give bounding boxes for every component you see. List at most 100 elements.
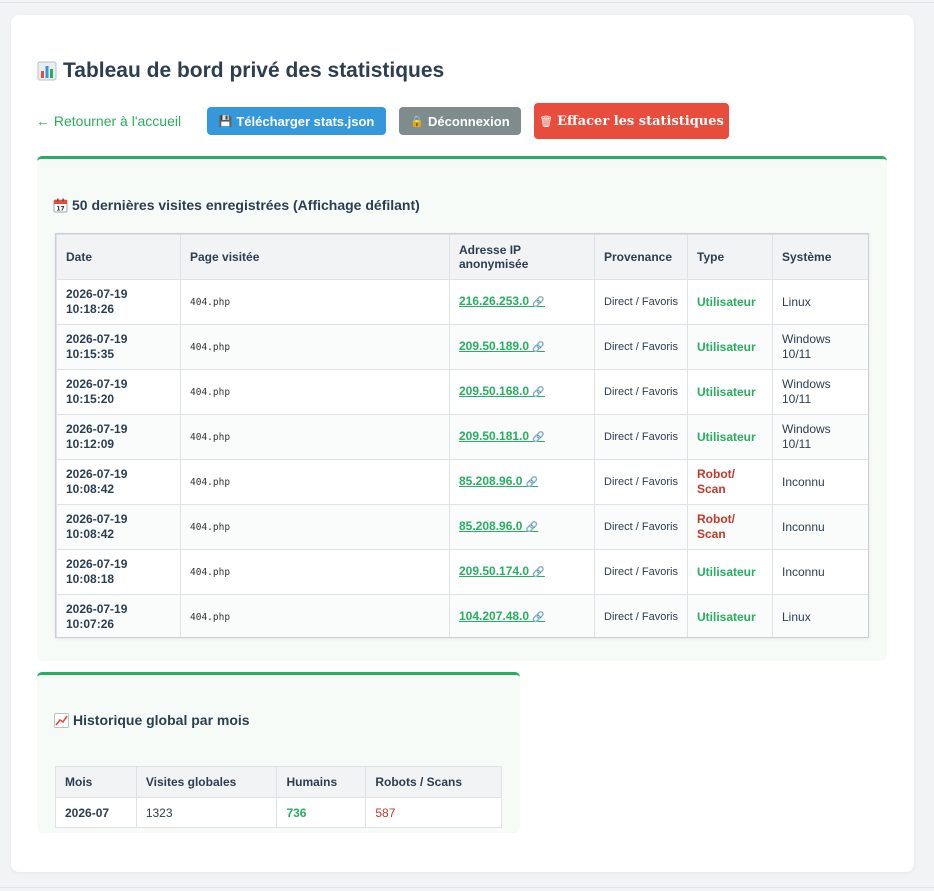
visit-source: Direct / Favoris — [594, 504, 688, 550]
visit-system: Inconnu — [772, 459, 868, 505]
col-page: Page visitée — [180, 234, 450, 280]
download-stats-button[interactable]: 💾 Télécharger stats.json — [207, 107, 386, 135]
visit-row: 2026-07-19 10:08:42 404.php 85.208.96.0 🔗 D… — [56, 504, 868, 550]
visit-page: 404.php — [180, 459, 450, 505]
visit-type: Robot/ Scan — [687, 504, 773, 550]
lock-icon: 🔒 — [410, 115, 425, 128]
page-title-text: Tableau de bord privé des statistiques — [63, 59, 445, 82]
visit-date: 2026-07-19 10:07:26 — [56, 594, 181, 637]
recent-visits-heading-text: 50 dernières visites enregistrées (Affic… — [72, 197, 420, 213]
link-icon: 🔗 — [532, 432, 545, 443]
visit-ip-text: 216.26.253.0 — [459, 294, 530, 308]
visit-ip-link[interactable]: 216.26.253.0 🔗 — [459, 294, 545, 308]
visit-ip-text: 85.208.96.0 — [459, 474, 523, 488]
visit-row: 2026-07-19 10:15:35 404.php 209.50.189.0 🔗… — [56, 324, 868, 370]
visit-type: Utilisateur — [687, 414, 773, 460]
visit-ip-link[interactable]: 209.50.168.0 🔗 — [459, 384, 545, 398]
svg-text:17: 17 — [56, 205, 64, 212]
col-month: Mois — [55, 766, 137, 798]
link-icon: 🔗 — [532, 342, 545, 353]
visit-date: 2026-07-19 10:15:35 — [56, 324, 181, 370]
visit-system: Linux — [772, 279, 868, 325]
visit-ip-text: 209.50.181.0 — [459, 429, 530, 443]
visit-ip-cell: 216.26.253.0 🔗 — [449, 279, 595, 325]
clear-stats-button[interactable]: 🗑 Effacer les statistiques — [534, 103, 729, 139]
visits-table-scroll[interactable]: Date Page visitée Adresse IP anonymisée … — [55, 233, 869, 638]
visit-date: 2026-07-19 10:08:42 — [56, 459, 181, 505]
visit-ip-link[interactable]: 209.50.189.0 🔗 — [459, 339, 545, 353]
visit-system: Linux — [772, 594, 868, 637]
visit-ip-link[interactable]: 85.208.96.0 🔗 — [459, 519, 538, 533]
monthly-history-table: Mois Visites globales Humains Robots / S… — [55, 766, 502, 828]
visit-ip-text: 209.50.189.0 — [459, 339, 530, 353]
visit-date: 2026-07-19 10:08:18 — [56, 549, 181, 595]
visit-system: Windows 10/11 — [772, 369, 868, 415]
visit-ip-cell: 85.208.96.0 🔗 — [449, 504, 595, 550]
visit-row: 2026-07-19 10:18:26 404.php 216.26.253.0 🔗… — [56, 279, 868, 325]
visit-ip-text: 85.208.96.0 — [459, 519, 523, 533]
monthly-history-heading: Historique global par mois — [54, 712, 250, 728]
visit-page: 404.php — [180, 414, 450, 460]
back-home-link[interactable]: ← Retourner à l'accueil — [36, 113, 181, 129]
visit-source: Direct / Favoris — [594, 324, 688, 370]
visit-ip-link[interactable]: 209.50.174.0 🔗 — [459, 564, 545, 578]
logout-button[interactable]: 🔒 Déconnexion — [399, 107, 521, 135]
visit-type: Robot/ Scan — [687, 459, 773, 505]
visit-ip-cell: 209.50.189.0 🔗 — [449, 324, 595, 370]
bottom-divider — [0, 887, 934, 888]
col-source: Provenance — [594, 234, 688, 280]
recent-visits-panel: 17 50 dernières visites enregistrées (Af… — [37, 156, 887, 661]
visit-row: 2026-07-19 10:15:20 404.php 209.50.168.0 🔗… — [56, 369, 868, 415]
page-title: Tableau de bord privé des statistiques — [37, 59, 444, 83]
visit-ip-link[interactable]: 209.50.181.0 🔗 — [459, 429, 545, 443]
link-icon: 🔗 — [525, 477, 539, 488]
link-icon: 🔗 — [532, 567, 545, 578]
col-humans: Humains — [276, 766, 367, 798]
visit-ip-link[interactable]: 85.208.96.0 🔗 — [459, 474, 538, 488]
visit-ip-text: 209.50.174.0 — [459, 564, 530, 578]
visit-type: Utilisateur — [687, 369, 773, 415]
visit-source: Direct / Favoris — [594, 594, 688, 637]
top-divider — [0, 2, 934, 3]
visit-ip-link[interactable]: 104.207.48.0 🔗 — [459, 609, 545, 623]
visit-row: 2026-07-19 10:12:09 404.php 209.50.181.0 🔗… — [56, 414, 868, 460]
visit-page: 404.php — [180, 504, 450, 550]
visit-date: 2026-07-19 10:18:26 — [56, 279, 181, 325]
link-icon: 🔗 — [532, 387, 545, 398]
visit-date: 2026-07-19 10:08:42 — [56, 504, 181, 550]
col-ip: Adresse IP anonymisée — [449, 234, 595, 280]
visit-type: Utilisateur — [687, 324, 773, 370]
visit-row: 2026-07-19 10:08:42 404.php 85.208.96.0 🔗 D… — [56, 459, 868, 505]
visit-source: Direct / Favoris — [594, 369, 688, 415]
bar-chart-icon — [37, 61, 57, 81]
visit-system: Windows 10/11 — [772, 414, 868, 460]
visit-source: Direct / Favoris — [594, 414, 688, 460]
history-row: 2026-07 1323 736 587 — [55, 797, 502, 828]
clear-stats-label: Effacer les statistiques — [557, 113, 724, 129]
visit-page: 404.php — [180, 279, 450, 325]
visit-page: 404.php — [180, 324, 450, 370]
visit-page: 404.php — [180, 549, 450, 595]
col-robots: Robots / Scans — [365, 766, 502, 798]
recent-visits-heading: 17 50 dernières visites enregistrées (Af… — [53, 197, 420, 213]
visits-table: Date Page visitée Adresse IP anonymisée … — [56, 234, 868, 637]
visit-system: Inconnu — [772, 549, 868, 595]
visit-date: 2026-07-19 10:12:09 — [56, 414, 181, 460]
col-date: Date — [56, 234, 181, 280]
visit-system: Windows 10/11 — [772, 324, 868, 370]
visit-ip-text: 209.50.168.0 — [459, 384, 530, 398]
visit-page: 404.php — [180, 594, 450, 637]
visit-ip-cell: 209.50.174.0 🔗 — [449, 549, 595, 595]
visit-ip-cell: 209.50.181.0 🔗 — [449, 414, 595, 460]
visit-type: Utilisateur — [687, 594, 773, 637]
col-type: Type — [687, 234, 773, 280]
visit-type: Utilisateur — [687, 549, 773, 595]
history-robots: 587 — [365, 797, 502, 828]
visit-row: 2026-07-19 10:08:18 404.php 209.50.174.0 🔗… — [56, 549, 868, 595]
visit-date: 2026-07-19 10:15:20 — [56, 369, 181, 415]
wastebasket-icon: 🗑 — [539, 114, 554, 128]
col-system: Système — [772, 234, 868, 280]
link-icon: 🔗 — [525, 522, 539, 533]
visits-header-row: Date Page visitée Adresse IP anonymisée … — [56, 234, 868, 280]
monthly-history-heading-text: Historique global par mois — [73, 712, 250, 728]
